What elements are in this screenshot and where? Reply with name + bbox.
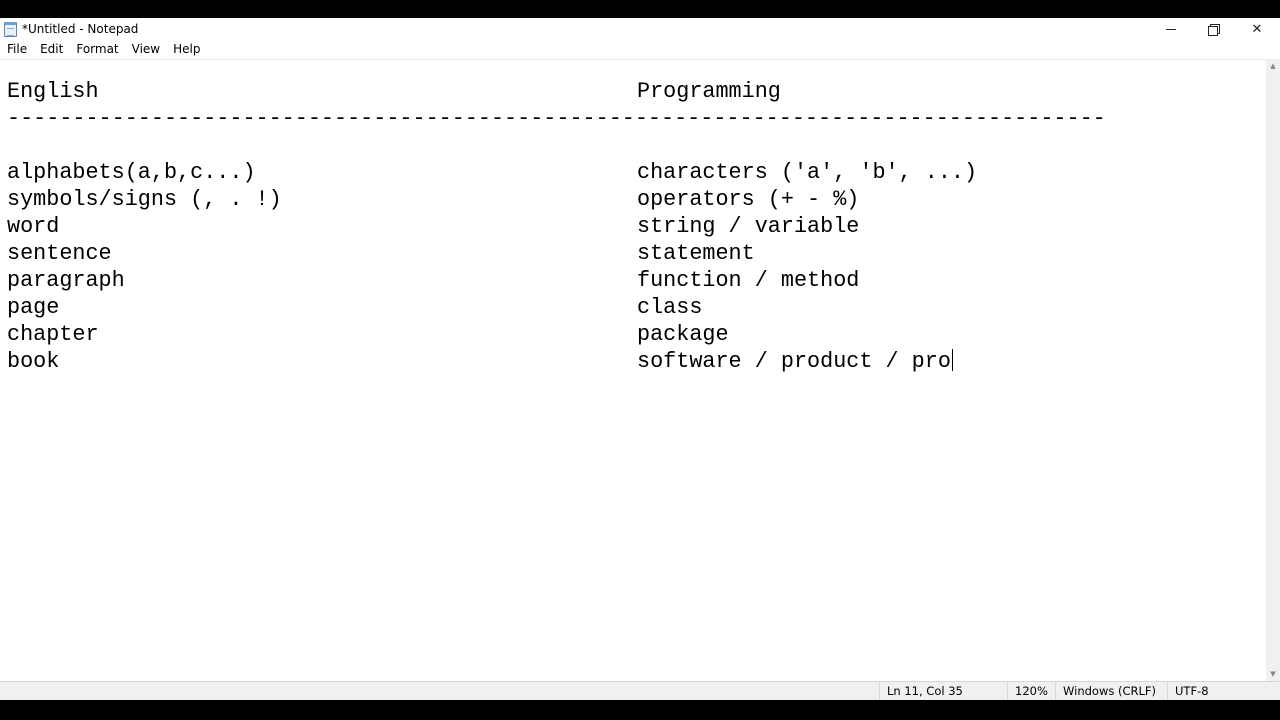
row-left: book <box>7 349 60 374</box>
restore-icon <box>1208 24 1220 36</box>
row-right-last: software / product / pro <box>637 348 953 375</box>
screen-top-edge <box>0 0 1280 18</box>
text-editor[interactable]: English Programming --------------------… <box>0 59 1266 681</box>
menu-view[interactable]: View <box>125 40 166 59</box>
status-bar: Ln 11, Col 35 120% Windows (CRLF) UTF-8 <box>0 681 1280 701</box>
menu-format[interactable]: Format <box>69 40 124 59</box>
row-left: alphabets(a,b,c...) <box>7 160 256 185</box>
zoom-level: 120% <box>1007 682 1055 701</box>
title-bar[interactable]: *Untitled - Notepad ✕ <box>0 18 1280 40</box>
menu-help[interactable]: Help <box>166 40 206 59</box>
close-button[interactable]: ✕ <box>1235 18 1279 40</box>
row-left: symbols/signs (, . !) <box>7 187 282 212</box>
header-left: English <box>7 79 99 104</box>
notepad-window: *Untitled - Notepad ✕ File Edit Format V… <box>0 18 1280 701</box>
row-left: chapter <box>7 322 99 347</box>
header-right: Programming <box>637 79 781 104</box>
row-left: sentence <box>7 241 112 266</box>
row-left: paragraph <box>7 268 125 293</box>
menu-file[interactable]: File <box>0 40 33 59</box>
line-ending: Windows (CRLF) <box>1055 682 1167 701</box>
minimize-button[interactable] <box>1149 18 1193 40</box>
close-icon: ✕ <box>1251 21 1263 37</box>
notepad-icon[interactable] <box>4 22 17 37</box>
row-right: package <box>637 322 729 347</box>
separator-line: ----------------------------------------… <box>7 106 1106 131</box>
row-right: string / variable <box>637 214 860 239</box>
restore-button[interactable] <box>1191 18 1235 40</box>
row-right: class <box>637 295 703 320</box>
row-right: operators (+ - %) <box>637 187 860 212</box>
row-right: function / method <box>637 268 860 293</box>
text-caret <box>951 349 953 371</box>
chevron-up-icon[interactable]: ▲ <box>1266 59 1280 73</box>
vertical-scrollbar[interactable]: ▲ ▼ <box>1266 59 1280 681</box>
row-right: characters ('a', 'b', ...) <box>637 160 978 185</box>
minimize-icon <box>1166 28 1176 30</box>
row-right-text: software / product / pro <box>637 349 951 374</box>
row-left: page <box>7 295 60 320</box>
menu-edit[interactable]: Edit <box>33 40 69 59</box>
chevron-down-icon[interactable]: ▼ <box>1266 667 1280 681</box>
encoding: UTF-8 <box>1167 682 1280 701</box>
window-title: *Untitled - Notepad <box>22 22 139 36</box>
menu-bar: File Edit Format View Help <box>0 40 1280 59</box>
row-left: word <box>7 214 60 239</box>
cursor-position: Ln 11, Col 35 <box>879 682 1007 701</box>
screen-bottom-edge <box>0 700 1280 720</box>
row-right: statement <box>637 241 755 266</box>
